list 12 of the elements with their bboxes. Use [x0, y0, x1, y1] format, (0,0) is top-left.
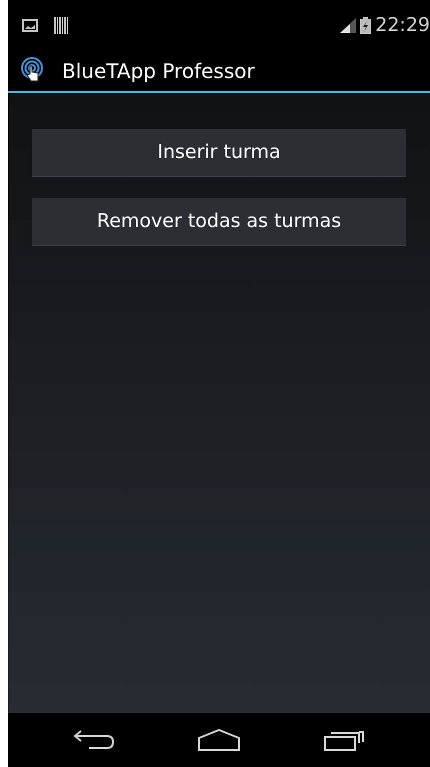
recent-apps-icon[interactable]: [323, 728, 365, 752]
app-title: BlueTApp Professor: [62, 58, 255, 84]
back-icon[interactable]: [73, 729, 115, 751]
touch-app-icon: [20, 56, 46, 84]
action-button[interactable]: Inserir turma: [32, 129, 406, 177]
home-icon[interactable]: [197, 729, 241, 751]
battery-charging-icon: [360, 16, 372, 34]
status-time: 22:29: [375, 12, 430, 38]
action-button[interactable]: Remover todas as turmas: [32, 198, 406, 246]
barcode-notification-icon: [54, 16, 68, 34]
picture-notification-icon: [22, 18, 38, 32]
signal-icon: [340, 18, 356, 32]
